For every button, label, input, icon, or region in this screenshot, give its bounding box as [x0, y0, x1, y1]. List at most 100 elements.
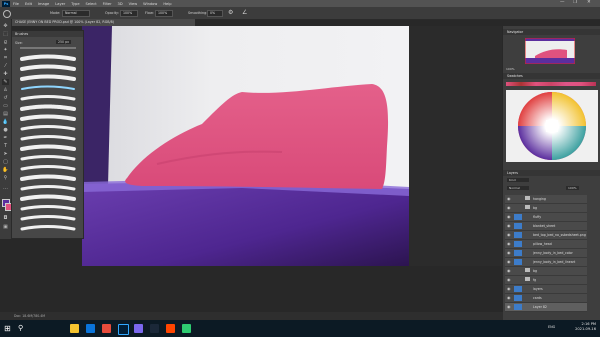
smoothing-field[interactable]: 0% [207, 10, 223, 17]
menu-layer[interactable]: Layer [55, 2, 65, 6]
menu-type[interactable]: Type [71, 2, 79, 6]
marquee-tool-icon[interactable]: ⬚ [2, 31, 9, 37]
healing-brush-icon[interactable]: ✚ [2, 71, 9, 77]
eye-icon[interactable]: ◉ [507, 223, 511, 228]
eye-icon[interactable]: ◉ [507, 241, 511, 246]
menu-window[interactable]: Window [143, 2, 157, 6]
menu-edit[interactable]: Edit [25, 2, 32, 6]
clone-stamp-icon[interactable]: ♙ [2, 87, 9, 93]
eye-icon[interactable]: ◉ [507, 214, 511, 219]
pen-tool-icon[interactable]: ✒ [2, 135, 9, 141]
gradient-tool-icon[interactable]: ▤ [2, 111, 9, 117]
menu-filter[interactable]: Filter [103, 2, 112, 6]
flow-field[interactable]: 100% [155, 10, 173, 17]
layer-row[interactable]: ◉ blanket_sheet [505, 222, 587, 231]
layer-row[interactable]: ◉ layers [505, 285, 587, 294]
minimize-button[interactable]: — [560, 0, 565, 5]
clock[interactable]: 2:16 PM 2021-09-16 [575, 322, 596, 332]
layer-name: jenny_body_in_bed_color [533, 251, 573, 255]
swatches-panel-title[interactable]: Swatches [503, 73, 600, 79]
blur-tool-icon[interactable]: 💧 [2, 119, 9, 125]
eye-icon[interactable]: ◉ [507, 250, 511, 255]
layer-opacity[interactable]: 100% [566, 186, 579, 190]
layer-row[interactable]: ◉ cards [505, 294, 587, 303]
menu-select[interactable]: Select [86, 2, 97, 6]
crop-tool-icon[interactable]: ⌗ [2, 55, 9, 61]
brush-size-field[interactable]: 250 px [56, 40, 72, 44]
angle-icon[interactable]: ∠ [242, 9, 247, 16]
document-tab[interactable]: CHASE JENNY ON BED PROD.psd @ 100% (Laye… [11, 19, 195, 26]
magic-wand-icon[interactable]: ✦ [2, 47, 9, 53]
app-icon[interactable] [166, 324, 175, 333]
eye-icon[interactable]: ◉ [507, 286, 511, 291]
navigator-thumbnail[interactable] [525, 38, 575, 64]
file-explorer-icon[interactable] [70, 324, 79, 333]
photoshop-taskbar-icon[interactable] [118, 324, 129, 335]
layer-blend-mode[interactable]: Normal [507, 186, 529, 190]
menu-3d[interactable]: 3D [118, 2, 123, 6]
layer-row[interactable]: ◉ bg [505, 267, 587, 276]
layer-row[interactable]: ◉ jenny_body_in_bed_lineart [505, 258, 587, 267]
color-wheel[interactable] [506, 90, 598, 162]
gear-icon[interactable]: ⚙ [228, 9, 233, 16]
windows-start-icon[interactable]: ⊞ [4, 324, 11, 333]
history-brush-icon[interactable]: ↺ [2, 95, 9, 101]
brush-tool-icon[interactable]: ✎ [2, 79, 9, 85]
more-tools-icon[interactable]: … [2, 185, 9, 191]
type-tool-icon[interactable]: T [2, 143, 9, 149]
navigator-panel-title[interactable]: Navigator [503, 29, 600, 35]
shape-tool-icon[interactable]: ▢ [2, 159, 9, 165]
path-select-icon[interactable]: ➤ [2, 151, 9, 157]
brush-size-slider[interactable] [20, 47, 76, 49]
chrome-icon[interactable] [102, 324, 111, 333]
layer-row[interactable]: ◉ fg [505, 276, 587, 285]
layer-row[interactable]: ◉ bg [505, 204, 587, 213]
eye-icon[interactable]: ◉ [507, 304, 511, 309]
layer-row[interactable]: ◉ hanging [505, 195, 587, 204]
layer-row[interactable]: ◉ fluffy [505, 213, 587, 222]
eye-icon[interactable]: ◉ [507, 196, 511, 201]
brush-preset-list[interactable] [12, 53, 83, 238]
maximize-button[interactable]: ❐ [573, 0, 577, 5]
eye-icon[interactable]: ◉ [507, 268, 511, 273]
app-icon-2[interactable] [182, 324, 191, 333]
eraser-tool-icon[interactable]: ▭ [2, 103, 9, 109]
eye-icon[interactable]: ◉ [507, 232, 511, 237]
zoom-tool-icon[interactable]: ⚲ [2, 175, 9, 181]
move-tool-icon[interactable]: ✥ [2, 23, 9, 29]
eyedropper-icon[interactable]: ⁄ [2, 63, 9, 69]
menu-help[interactable]: Help [163, 2, 171, 6]
discord-icon[interactable] [134, 324, 143, 333]
search-icon[interactable]: ⚲ [18, 324, 23, 332]
layer-row[interactable]: ◉ Layer 82 [505, 303, 587, 312]
layer-thumbnail [514, 295, 522, 301]
document-canvas[interactable] [82, 26, 409, 266]
menu-image[interactable]: Image [38, 2, 49, 6]
edge-icon[interactable] [86, 324, 95, 333]
dodge-tool-icon[interactable]: ● [2, 127, 9, 133]
opacity-field[interactable]: 100% [120, 10, 138, 17]
screen-mode-icon[interactable]: ▣ [2, 224, 9, 230]
layer-row[interactable]: ◉ bed_top_bed_no_ssbedsheet.png [505, 231, 587, 240]
language-indicator[interactable]: ENG [548, 325, 555, 329]
menu-view[interactable]: View [129, 2, 138, 6]
eye-icon[interactable]: ◉ [507, 205, 511, 210]
hand-tool-icon[interactable]: ✋ [2, 167, 9, 173]
layer-filter-kind[interactable]: Kind [507, 178, 529, 182]
brush-tool-icon[interactable] [3, 10, 11, 18]
windows-taskbar: ⊞ ⚲ ENG 2:16 PM 2021-09-16 [0, 320, 600, 337]
lasso-tool-icon[interactable]: ϱ [2, 39, 9, 45]
eye-icon[interactable]: ◉ [507, 295, 511, 300]
layer-row[interactable]: ◉ pillow_head [505, 240, 587, 249]
navigator-zoom[interactable]: 100% [506, 67, 515, 71]
quick-mask-icon[interactable]: ◘ [2, 215, 9, 221]
layer-row[interactable]: ◉ jenny_body_in_bed_color [505, 249, 587, 258]
layers-panel-title[interactable]: Layers [503, 170, 600, 176]
close-button[interactable]: ✕ [587, 0, 591, 5]
steam-icon[interactable] [150, 324, 159, 333]
eye-icon[interactable]: ◉ [507, 259, 511, 264]
mode-select[interactable]: Normal [62, 10, 90, 17]
eye-icon[interactable]: ◉ [507, 277, 511, 282]
recent-swatches[interactable] [506, 82, 596, 86]
menu-file[interactable]: File [13, 2, 19, 6]
